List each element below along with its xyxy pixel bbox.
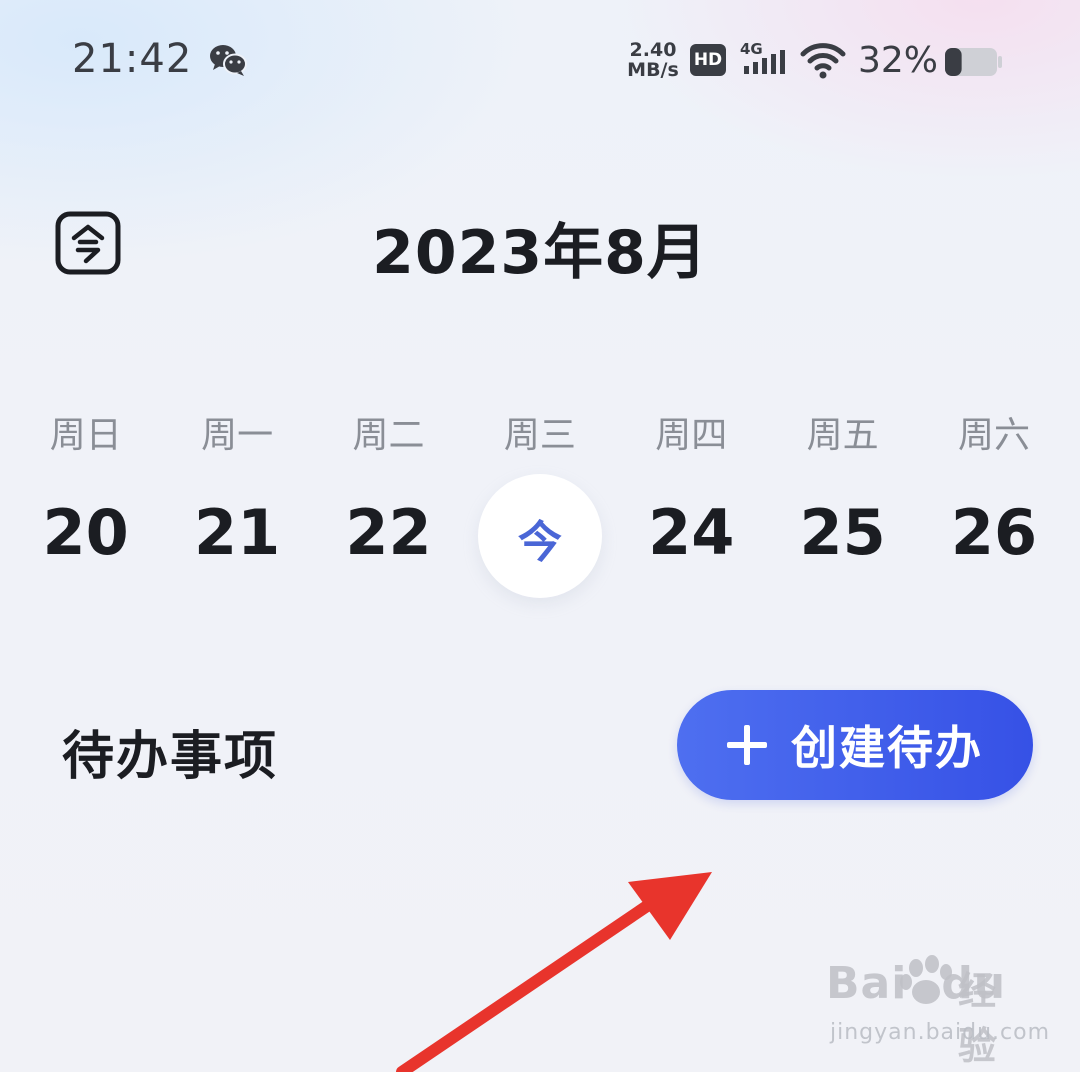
day-name: 周六	[958, 415, 1031, 456]
wechat-icon	[210, 45, 247, 76]
network-speed-unit: MB/s	[627, 59, 679, 81]
status-time: 21:42	[72, 36, 193, 82]
network-speed: 2.40 MB/s	[626, 40, 680, 80]
day-name: 周二	[352, 415, 425, 456]
day-name: 周四	[655, 415, 728, 456]
network-type-label: 4G	[740, 40, 763, 58]
today-marker: 今	[517, 517, 562, 568]
day-wednesday-today[interactable]: 周三 今	[464, 400, 615, 600]
battery-fill	[945, 48, 962, 76]
month-title[interactable]: 2023年8月	[0, 204, 1080, 291]
plus-icon	[727, 725, 767, 765]
day-friday[interactable]: 周五 25	[767, 400, 918, 600]
watermark-jingyan: 经验	[958, 969, 997, 1068]
day-tuesday[interactable]: 周二 22	[313, 400, 464, 600]
day-number: 25	[799, 496, 886, 569]
day-thursday[interactable]: 周四 24	[616, 400, 767, 600]
paw-logo-icon	[900, 955, 952, 1004]
day-monday[interactable]: 周一 21	[161, 400, 312, 600]
day-name: 周五	[806, 415, 879, 456]
battery-percent: 32%	[858, 40, 939, 81]
day-name: 周日	[49, 415, 122, 456]
day-saturday[interactable]: 周六 26	[918, 400, 1069, 600]
day-name: 周一	[201, 415, 274, 456]
day-sunday[interactable]: 周日 20	[10, 400, 161, 600]
baidu-watermark: Bai du 经验 jingyan.baidu.com	[826, 955, 1049, 1068]
day-number: 24	[648, 496, 735, 569]
day-number: 26	[950, 496, 1038, 569]
day-number: 21	[193, 496, 281, 569]
hd-badge: HD	[690, 44, 726, 76]
create-todo-label: 创建待办	[791, 721, 983, 775]
create-todo-button[interactable]: 创建待办	[677, 690, 1033, 800]
watermark-url: jingyan.baidu.com	[830, 1020, 1051, 1045]
todo-section-title: 待办事项	[62, 727, 279, 787]
battery-icon	[945, 48, 1002, 76]
cellular-signal-icon: 4G	[740, 40, 785, 74]
day-number: 22	[345, 496, 432, 569]
day-number: 20	[42, 496, 129, 569]
network-speed-value: 2.40	[629, 39, 677, 61]
status-bar: 21:42 2.40 MB/s HD 4G 32%	[0, 0, 1080, 120]
day-name: 周三	[503, 415, 576, 456]
wifi-icon	[800, 43, 846, 79]
week-strip: 周日 20 周一 21 周二 22 周三 今 周四 24 周五 25 周六 26	[10, 400, 1070, 600]
annotation-arrow-icon	[396, 872, 712, 1072]
